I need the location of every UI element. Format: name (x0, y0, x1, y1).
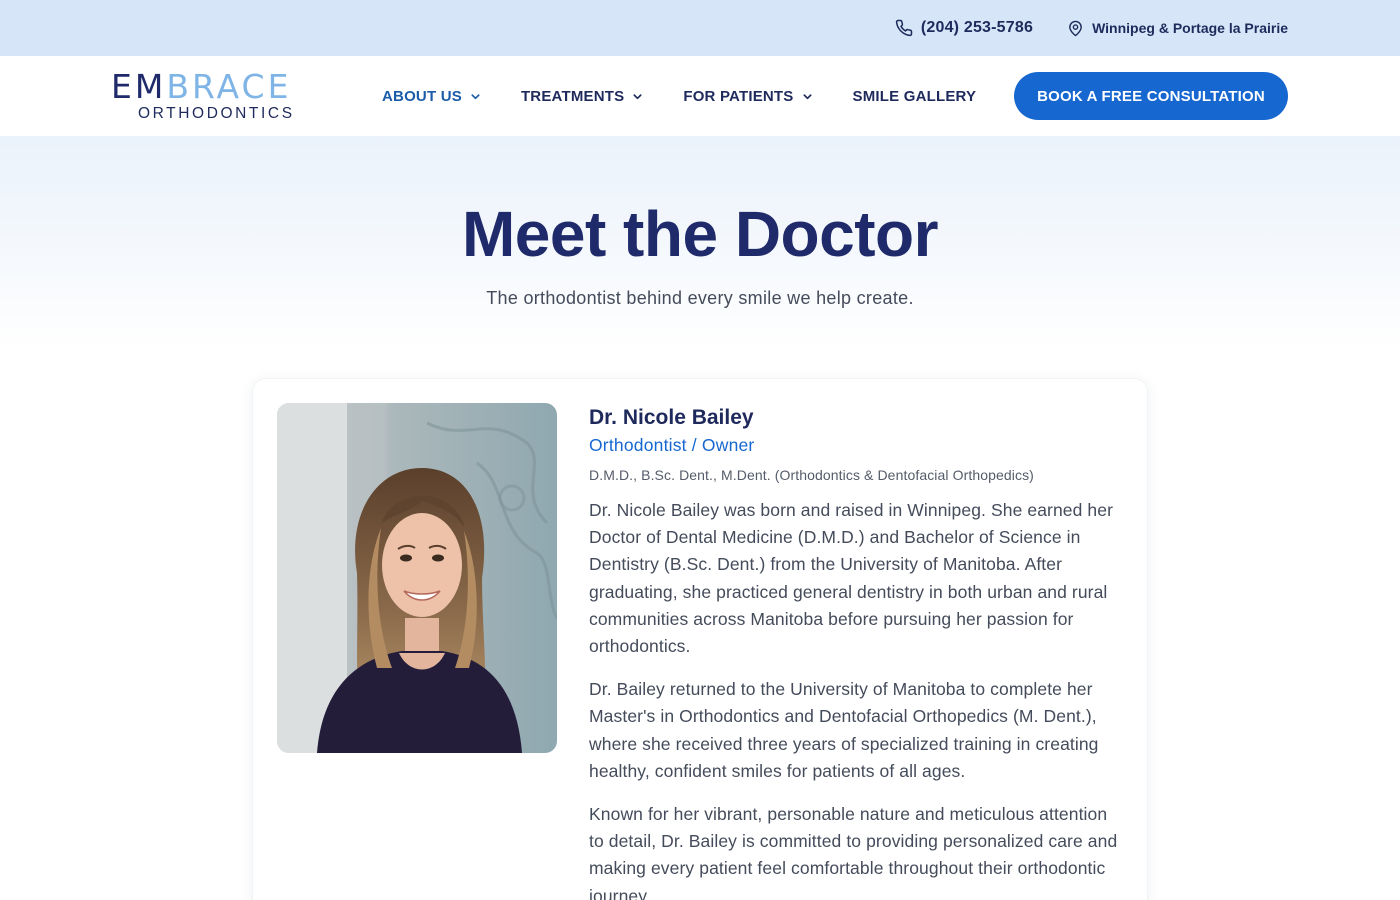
main-nav: ABOUT US TREATMENTS FOR PATIENTS SMILE G… (382, 56, 976, 136)
logo-subtitle: ORTHODONTICS (138, 105, 295, 122)
nav-label: FOR PATIENTS (683, 87, 794, 105)
nav-smile-gallery[interactable]: SMILE GALLERY (853, 88, 977, 105)
logo-wordmark-brace: BRACE (166, 67, 292, 106)
bio-paragraph: Dr. Nicole Bailey was born and raised in… (589, 500, 1114, 657)
chevron-down-icon (470, 91, 481, 102)
phone-icon (895, 19, 913, 37)
phone-link[interactable]: (204) 253-5786 (895, 19, 1033, 37)
nav-label: TREATMENTS (520, 87, 625, 105)
logo-wordmark-em: EM (111, 67, 167, 106)
book-consultation-button[interactable]: BOOK A FREE CONSULTATION (1014, 72, 1288, 120)
doctor-bio: Dr. Nicole Bailey was born and raised in… (589, 497, 1125, 900)
bio-paragraph: Dr. Bailey returned to the University of… (589, 679, 1099, 781)
doctor-name: Dr. Nicole Bailey (589, 406, 754, 429)
page-title: Meet the Doctor (461, 198, 939, 270)
doctor-credentials: D.M.D., B.Sc. Dent., M.Dent. (Orthodonti… (589, 467, 1034, 483)
nav-label: SMILE GALLERY (852, 87, 977, 105)
nav-for-patients[interactable]: FOR PATIENTS (683, 88, 812, 105)
bio-paragraph: Known for her vibrant, personable nature… (589, 804, 1118, 900)
chevron-down-icon (632, 91, 643, 102)
map-pin-icon (1067, 20, 1084, 37)
doctor-role: Orthodontist / Owner (589, 435, 755, 455)
nav-treatments[interactable]: TREATMENTS (521, 88, 643, 105)
site-header: EMBRACE ORTHODONTICS ABOUT US TREATMENTS… (0, 56, 1400, 136)
logo[interactable]: EMBRACE ORTHODONTICS (111, 70, 311, 124)
hero-section: Meet the Doctor The orthodontist behind … (0, 136, 1400, 350)
page-subtitle: The orthodontist behind every smile we h… (486, 288, 914, 308)
phone-number: (204) 253-5786 (920, 19, 1034, 36)
nav-label: ABOUT US (382, 87, 462, 105)
location-text: Winnipeg & Portage la Prairie (1092, 20, 1288, 36)
doctor-info: Dr. Nicole Bailey Orthodontist / Owner D… (589, 405, 1125, 900)
nav-about-us[interactable]: ABOUT US (382, 88, 481, 105)
doctor-photo (277, 403, 557, 753)
location-link[interactable]: Winnipeg & Portage la Prairie (1067, 20, 1288, 37)
doctor-card: Dr. Nicole Bailey Orthodontist / Owner D… (252, 378, 1148, 900)
topbar-contact-group: (204) 253-5786 Winnipeg & Portage la Pra… (895, 0, 1288, 56)
top-utility-bar: (204) 253-5786 Winnipeg & Portage la Pra… (0, 0, 1400, 56)
chevron-down-icon (802, 91, 813, 102)
logo-wordmark: EMBRACE (111, 70, 291, 104)
